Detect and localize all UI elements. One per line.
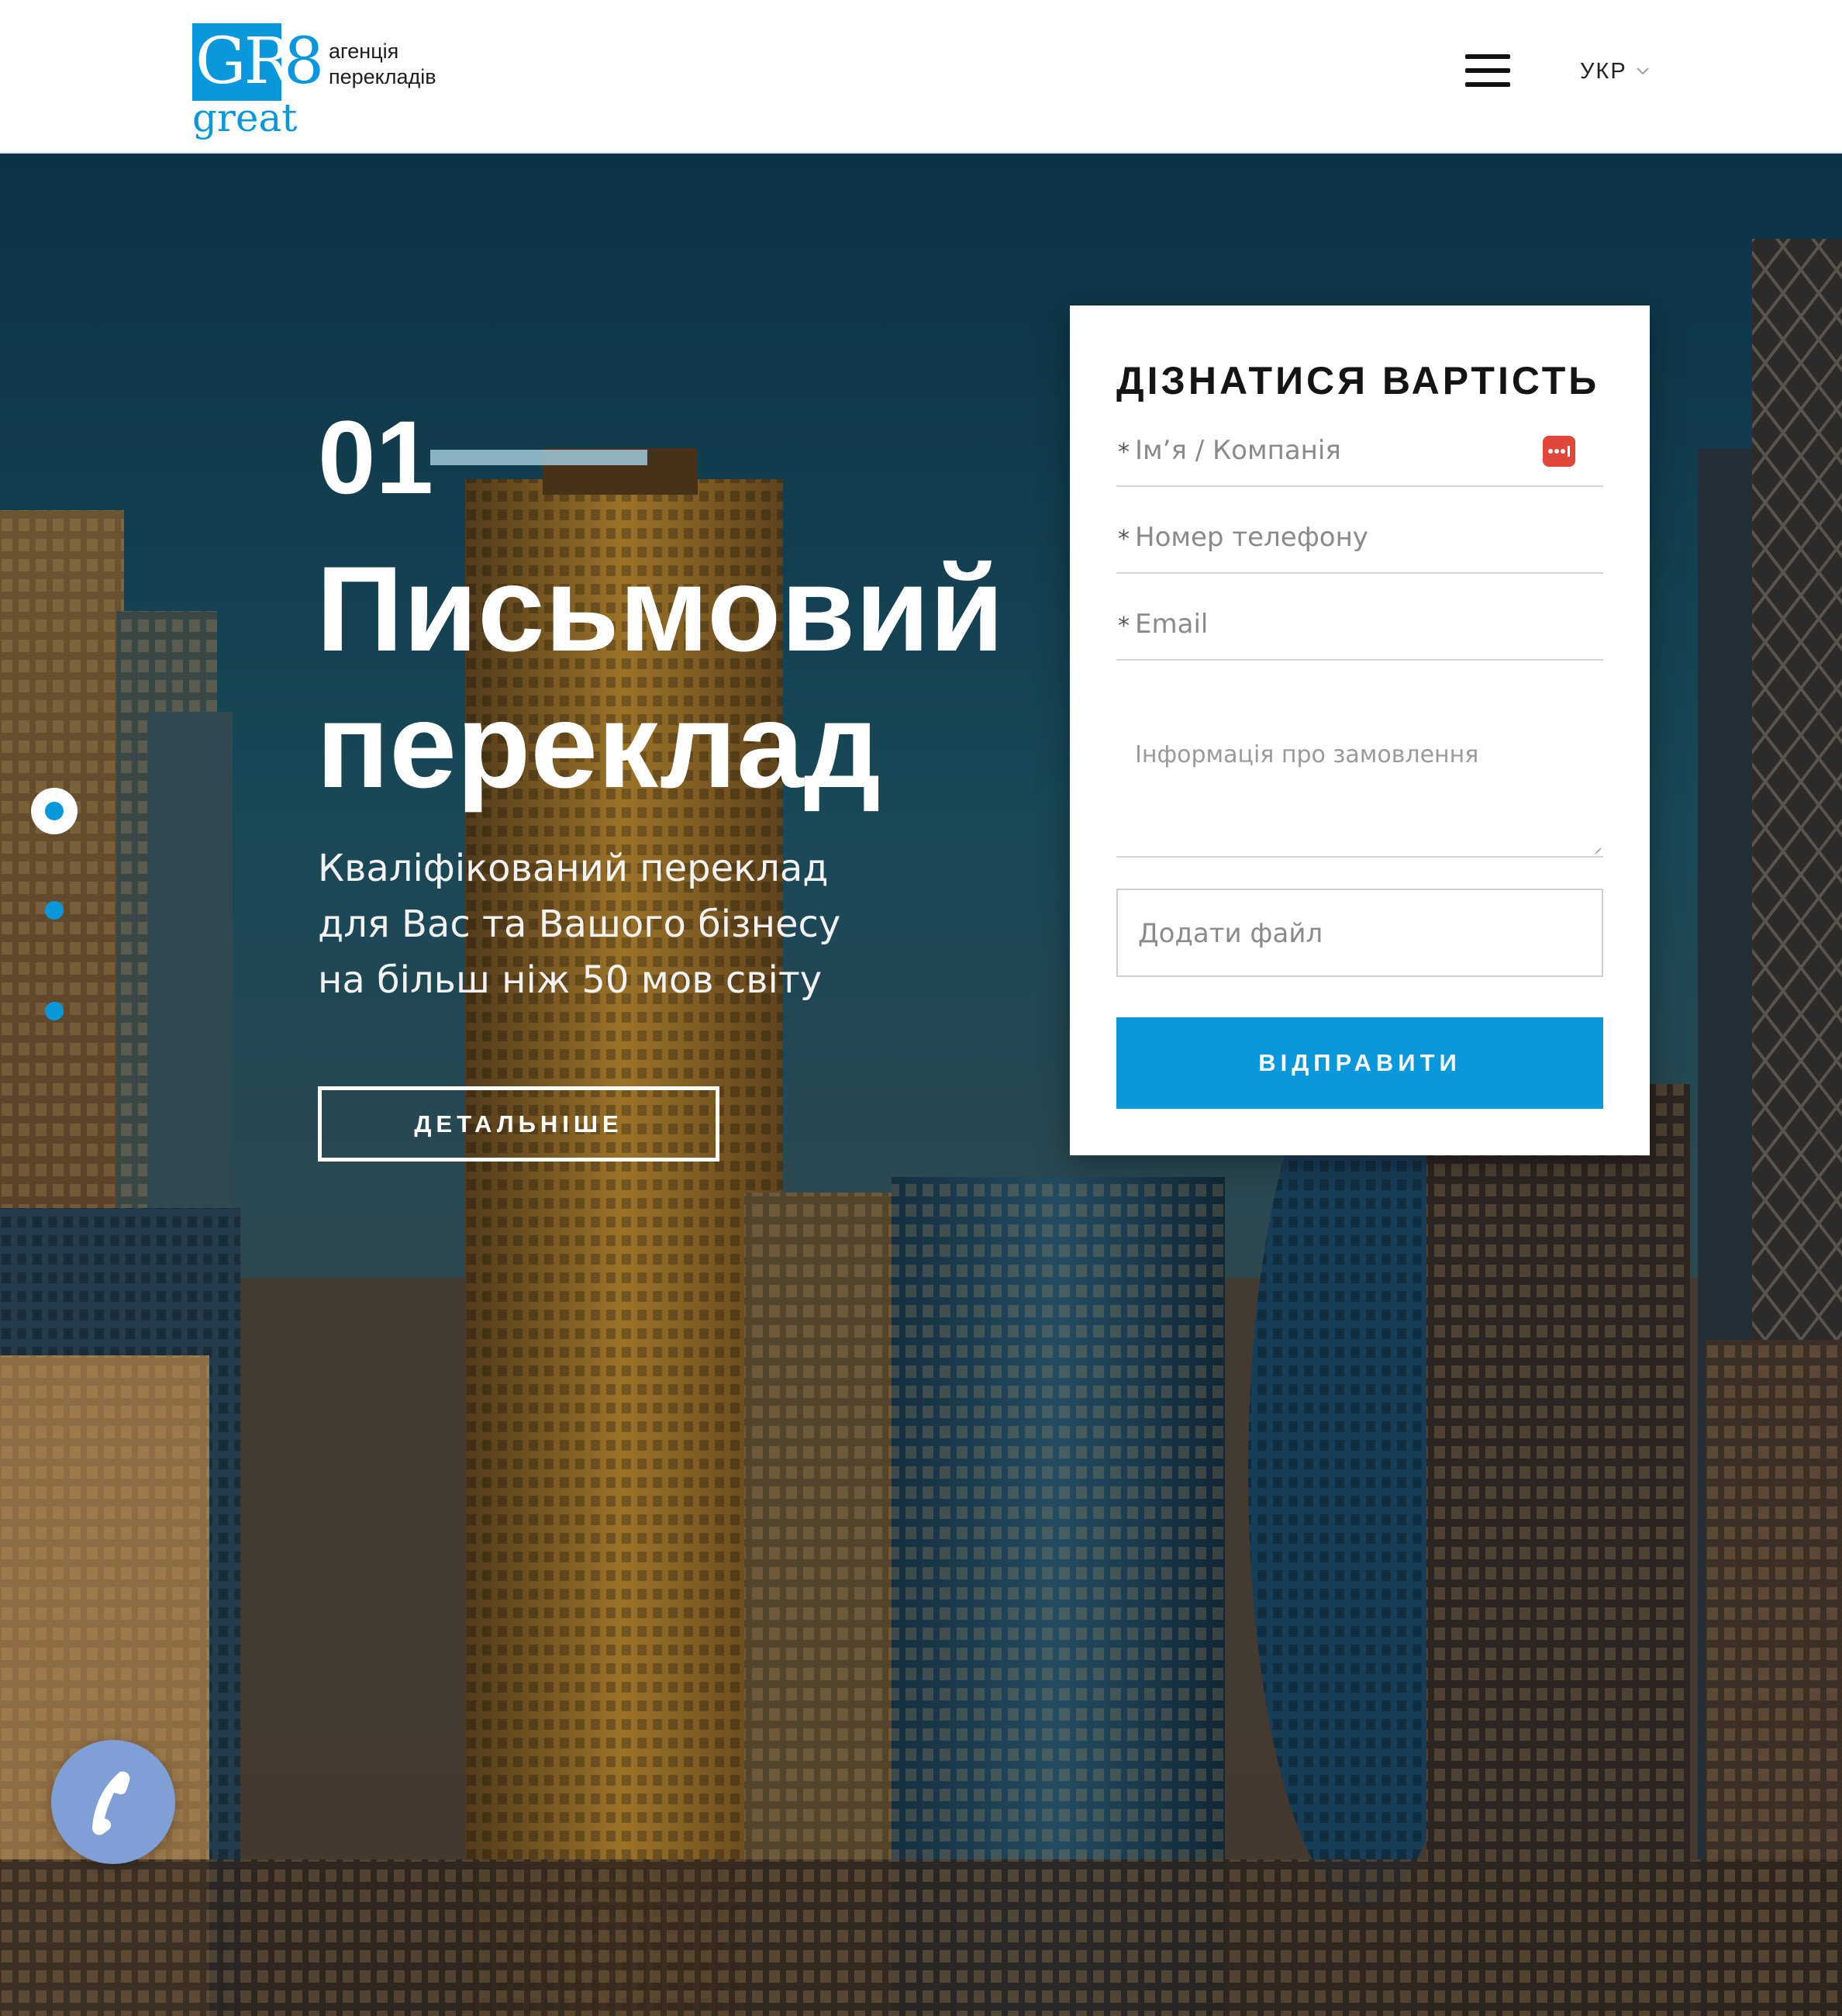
logo-mark-great: great xyxy=(192,95,298,140)
file-upload-label: Додати файл xyxy=(1138,918,1323,949)
slide-number-line xyxy=(430,450,647,465)
name-field: * xyxy=(1116,416,1603,487)
phone-input[interactable] xyxy=(1135,502,1569,572)
hero-subtitle-line: Кваліфікований переклад xyxy=(318,847,829,890)
hero-subtitle: Кваліфікований переклад для Вас та Вашог… xyxy=(318,841,938,1008)
logo-tagline-line: перекладів xyxy=(329,65,436,88)
submit-button[interactable]: ВІДПРАВИТИ xyxy=(1116,1017,1603,1109)
order-info-textarea[interactable] xyxy=(1135,740,1592,848)
phone-field: * xyxy=(1116,502,1603,574)
hamburger-menu-icon[interactable] xyxy=(1465,53,1510,88)
phone-icon xyxy=(92,1771,130,1835)
hero-title-line: переклад xyxy=(316,678,881,813)
site-header: GR 8 great агенція перекладів УКР xyxy=(0,0,1842,154)
more-details-button[interactable]: ДЕТАЛЬНІШЕ xyxy=(318,1086,719,1162)
slide-number: 01 xyxy=(318,400,434,516)
file-upload[interactable]: Додати файл xyxy=(1116,889,1603,977)
password-manager-icon[interactable] xyxy=(1543,436,1575,467)
chevron-down-icon xyxy=(1636,67,1649,75)
hero-section: 01 Письмовий переклад Кваліфікований пер… xyxy=(0,154,1842,2016)
hero-subtitle-line: для Вас та Вашого бізнесу xyxy=(318,903,841,946)
hero-title: Письмовий переклад xyxy=(316,541,1045,814)
name-input[interactable] xyxy=(1135,416,1569,485)
language-label: УКР xyxy=(1580,58,1627,84)
order-info-field xyxy=(1116,727,1603,858)
email-input[interactable] xyxy=(1135,589,1569,659)
slide-dot[interactable] xyxy=(45,1002,64,1020)
price-request-form: ДІЗНАТИСЯ ВАРТІСТЬ * * * xyxy=(1070,306,1650,1155)
required-mark: * xyxy=(1118,439,1130,466)
slide-pagination xyxy=(31,788,79,1082)
hero-subtitle-line: на більш ніж 50 мов світу xyxy=(318,958,823,1002)
hero-title-line: Письмовий xyxy=(316,542,1005,677)
slide-dot[interactable] xyxy=(45,901,64,920)
slide-dot-active[interactable] xyxy=(31,788,78,834)
logo[interactable]: GR 8 great агенція перекладів xyxy=(192,23,448,140)
required-mark: * xyxy=(1118,526,1130,553)
required-mark: * xyxy=(1118,613,1130,640)
logo-tagline-line: агенція xyxy=(329,40,399,63)
form-title: ДІЗНАТИСЯ ВАРТІСТЬ xyxy=(1116,359,1600,402)
language-selector[interactable]: УКР xyxy=(1580,56,1651,87)
email-field: * xyxy=(1116,589,1603,661)
logo-mark-eight: 8 xyxy=(284,25,325,98)
call-button[interactable] xyxy=(51,1740,175,1864)
resize-grip-icon[interactable] xyxy=(1594,847,1602,854)
logo-tagline: агенція перекладів xyxy=(329,39,453,90)
